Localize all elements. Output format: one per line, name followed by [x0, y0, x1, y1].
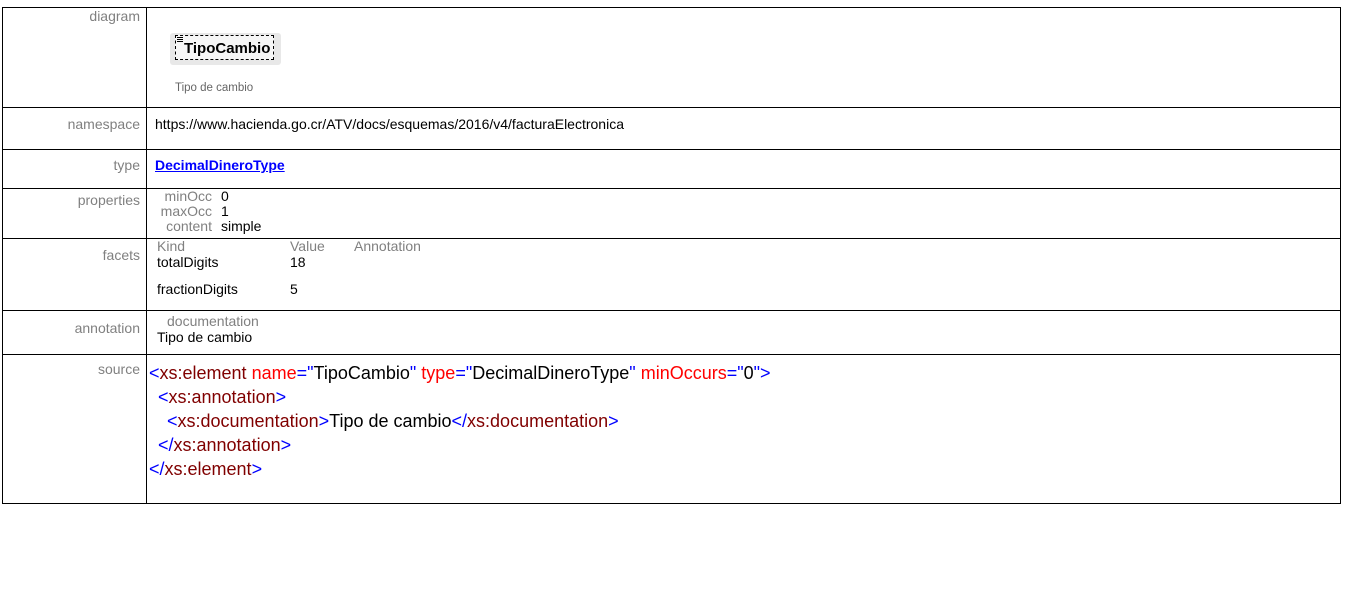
type-row: type DecimalDineroType	[2, 149, 1341, 189]
xml-tag: xs:annotation	[173, 435, 281, 455]
xml-tag: xs:element	[164, 459, 252, 479]
diagram-cell	[146, 7, 1341, 108]
xml-tag: xs:annotation	[168, 387, 276, 407]
element-diagram[interactable]: TipoCambio	[170, 33, 281, 65]
type-link[interactable]: DecimalDineroType	[155, 157, 285, 173]
element-diagram-name: TipoCambio	[184, 40, 271, 57]
annotation-title: documentation	[167, 313, 259, 329]
properties-row: properties minOcc 0 maxOcc 1 content sim…	[2, 188, 1341, 239]
source-label: source	[2, 354, 147, 504]
facets-header: Kind Value Annotation	[157, 239, 1340, 253]
xml-value: TipoCambio	[313, 363, 410, 383]
element-menu-icon	[177, 37, 183, 43]
source-code: <xs:element name="TipoCambio" type="Deci…	[147, 355, 1340, 481]
property-key: content	[166, 218, 212, 234]
facet-kind: fractionDigits	[157, 281, 238, 297]
facet-annotation	[354, 254, 1340, 270]
source-line-5: </xs:element>	[149, 459, 263, 479]
type-label: type	[2, 149, 147, 189]
type-cell: DecimalDineroType	[146, 149, 1341, 189]
property-value: simple	[221, 218, 262, 234]
source-cell: <xs:element name="TipoCambio" type="Deci…	[146, 354, 1341, 504]
xml-tag: xs:documentation	[467, 411, 609, 431]
annotation-label: annotation	[2, 310, 147, 355]
element-diagram-box: TipoCambio	[175, 35, 274, 60]
diagram-label: diagram	[2, 7, 147, 108]
annotation-cell: documentation Tipo de cambio	[146, 310, 1341, 355]
facets-cell: Kind Value Annotation totalDigits 18 fra…	[146, 238, 1341, 311]
xml-attr: name	[251, 363, 297, 383]
source-line-3: <xs:documentation>Tipo de cambio</xs:doc…	[167, 411, 619, 431]
xml-text: Tipo de cambio	[329, 411, 452, 431]
properties-list: minOcc 0 maxOcc 1 content simple	[155, 189, 1340, 234]
facet-row: totalDigits 18	[157, 254, 1340, 270]
facets-header-kind: Kind	[157, 238, 186, 254]
property-key: maxOcc	[160, 203, 212, 219]
namespace-value: https://www.hacienda.go.cr/ATV/docs/esqu…	[146, 107, 1341, 150]
facet-row: fractionDigits 5	[157, 281, 1340, 297]
properties-cell: minOcc 0 maxOcc 1 content simple	[146, 188, 1341, 239]
facets-label: facets	[2, 238, 147, 311]
xml-value: DecimalDineroType	[472, 363, 630, 383]
source-row: source <xs:element name="TipoCambio" typ…	[2, 354, 1341, 504]
element-diagram-documentation: Tipo de cambio	[175, 82, 254, 94]
xml-attr: type	[421, 363, 456, 383]
xml-tag: xs:element	[159, 363, 247, 383]
property-key: minOcc	[164, 188, 212, 204]
facet-value: 18	[290, 254, 306, 270]
facet-kind: totalDigits	[157, 254, 219, 270]
facet-annotation	[354, 281, 1340, 297]
namespace-label: namespace	[2, 107, 147, 150]
source-line-4: </xs:annotation>	[158, 435, 292, 455]
property-value: 1	[221, 203, 229, 219]
xml-value: 0	[743, 363, 754, 383]
facets-row: facets Kind Value Annotation totalDigits…	[2, 238, 1341, 311]
facet-value: 5	[290, 281, 298, 297]
annotation-text: Tipo de cambio	[157, 329, 253, 345]
facets-header-value: Value	[290, 238, 325, 254]
facets-header-annotation: Annotation	[354, 238, 421, 254]
annotation-row: annotation documentation Tipo de cambio	[2, 310, 1341, 355]
namespace-row: namespace https://www.hacienda.go.cr/ATV…	[2, 107, 1341, 150]
xml-attr: minOccurs	[640, 363, 727, 383]
properties-label: properties	[2, 188, 147, 239]
source-line-2: <xs:annotation>	[158, 387, 287, 407]
source-line-1: <xs:element name="TipoCambio" type="Deci…	[149, 363, 771, 383]
xml-tag: xs:documentation	[177, 411, 319, 431]
property-value: 0	[221, 188, 229, 204]
